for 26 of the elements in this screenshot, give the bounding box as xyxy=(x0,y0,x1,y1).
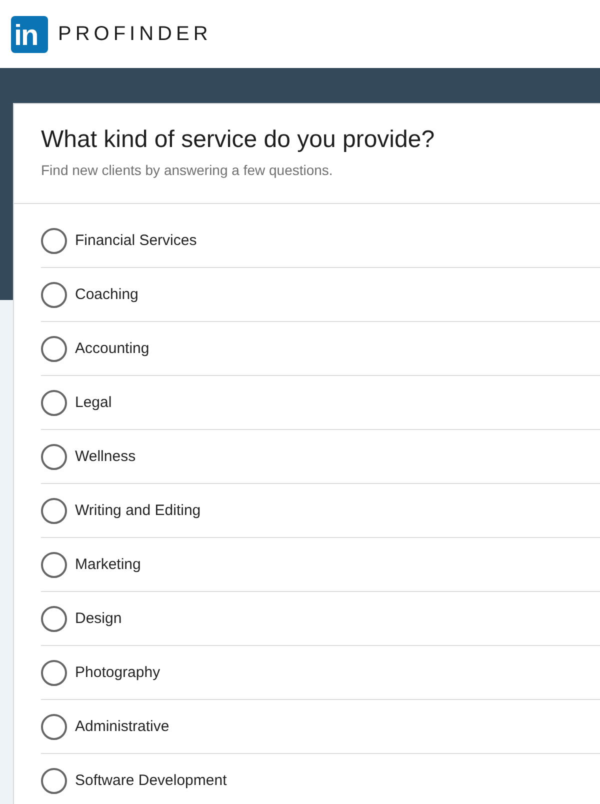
logo: in xyxy=(11,16,48,52)
radio-button[interactable] xyxy=(41,768,67,794)
radio-button[interactable] xyxy=(41,552,67,578)
option-label[interactable]: Financial Services xyxy=(75,232,197,249)
radio-button[interactable] xyxy=(41,714,67,740)
radio-button[interactable] xyxy=(41,606,67,632)
option-label[interactable]: Writing and Editing xyxy=(75,502,201,519)
radio-button[interactable] xyxy=(41,282,67,308)
option-label[interactable]: Software Development xyxy=(75,772,227,789)
question-subtitle: Find new clients by answering a few questions. xyxy=(41,162,333,178)
option-label[interactable]: Design xyxy=(75,610,122,627)
option-label[interactable]: Coaching xyxy=(75,286,138,303)
option-label[interactable]: Accounting xyxy=(75,340,150,357)
option-label[interactable]: Photography xyxy=(75,664,160,681)
option-label[interactable]: Marketing xyxy=(75,556,141,573)
radio-button[interactable] xyxy=(41,444,67,470)
question-title: What kind of service do you provide? xyxy=(41,126,435,154)
radio-button[interactable] xyxy=(41,336,67,362)
radio-button[interactable] xyxy=(41,228,67,254)
option-label[interactable]: Legal xyxy=(75,394,112,411)
radio-button[interactable] xyxy=(41,498,67,524)
brand-name: PROFINDER xyxy=(58,22,212,46)
option-label[interactable]: Wellness xyxy=(75,448,136,465)
option-label[interactable]: Administrative xyxy=(75,718,170,735)
radio-button[interactable] xyxy=(41,660,67,686)
radio-button[interactable] xyxy=(41,390,67,416)
